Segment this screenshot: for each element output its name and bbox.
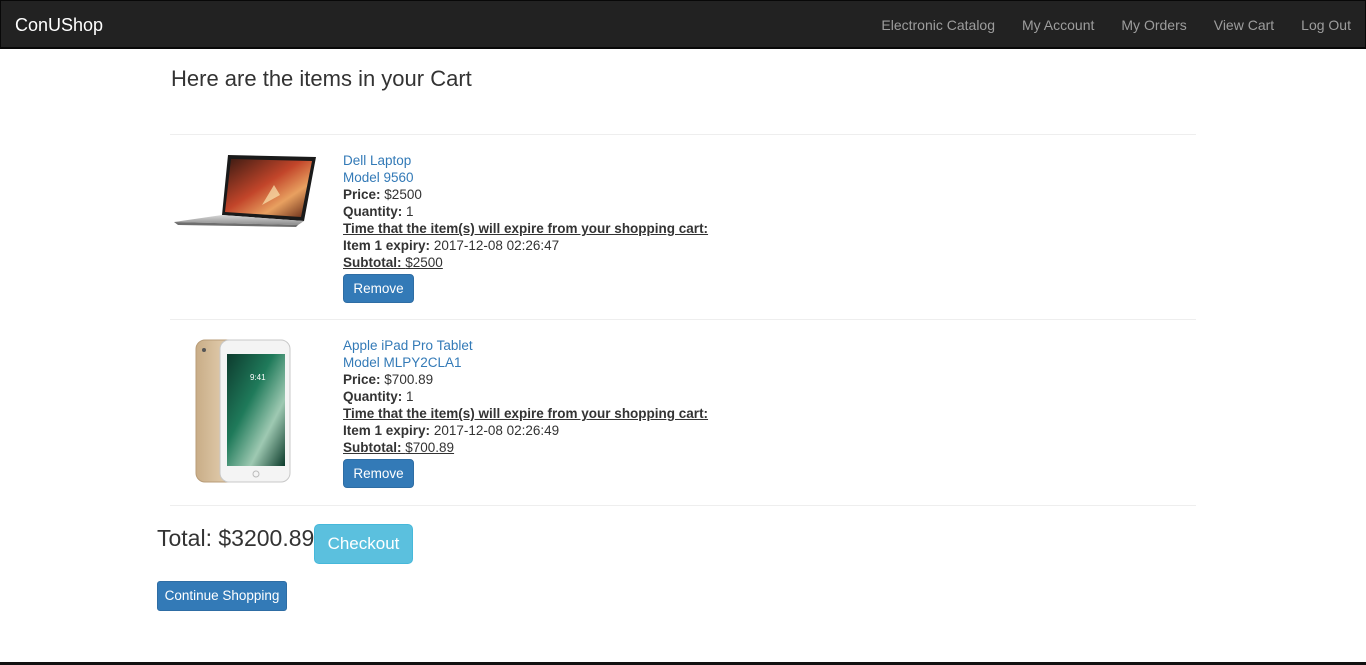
item-details: Dell Laptop Model 9560 Price: $2500 Quan… (343, 152, 708, 303)
item-details: Apple iPad Pro Tablet Model MLPY2CLA1 Pr… (343, 337, 708, 488)
expire-note: Time that the item(s) will expire from y… (343, 221, 709, 236)
item-name-link[interactable]: Dell Laptop (343, 152, 708, 169)
nav-log-out[interactable]: Log Out (1301, 16, 1351, 34)
price-value: $2500 (384, 187, 422, 202)
nav-my-account[interactable]: My Account (1022, 16, 1094, 34)
item-name-link[interactable]: Apple iPad Pro Tablet (343, 337, 708, 354)
expire-note: Time that the item(s) will expire from y… (343, 406, 709, 421)
price-line: Price: $700.89 (343, 371, 708, 388)
expiry-label: Item 1 expiry: (343, 423, 431, 438)
expiry-value: 2017-12-08 02:26:49 (433, 423, 560, 438)
nav-view-cart[interactable]: View Cart (1214, 16, 1274, 34)
subtotal-value: $2500 (405, 255, 443, 270)
divider (170, 505, 1196, 506)
continue-shopping-button[interactable]: Continue Shopping (157, 581, 287, 611)
expiry-label: Item 1 expiry: (343, 238, 431, 253)
cart-item: 9:41 Apple iPad Pro Tablet Model MLPY2CL… (170, 320, 1196, 505)
nav-links: Electronic Catalog My Account My Orders … (854, 16, 1351, 34)
laptop-image (174, 155, 316, 227)
price-value: $700.89 (384, 372, 434, 387)
price-label: Price: (343, 372, 381, 387)
nav-electronic-catalog[interactable]: Electronic Catalog (881, 16, 995, 34)
subtotal-value: $700.89 (405, 440, 455, 455)
quantity-line: Quantity: 1 (343, 388, 708, 405)
expiry-line: Item 1 expiry: 2017-12-08 02:26:47 (343, 237, 708, 254)
cart-item: Dell Laptop Model 9560 Price: $2500 Quan… (170, 135, 1196, 320)
price-line: Price: $2500 (343, 186, 708, 203)
checkout-button[interactable]: Checkout (314, 524, 413, 564)
subtotal-label: Subtotal: (343, 255, 402, 270)
expiry-value: 2017-12-08 02:26:47 (433, 238, 560, 253)
quantity-label: Quantity: (343, 389, 403, 404)
quantity-value: 1 (406, 204, 414, 219)
item-model-link[interactable]: Model MLPY2CLA1 (343, 354, 708, 371)
quantity-value: 1 (406, 389, 414, 404)
navbar: ConUShop Electronic Catalog My Account M… (0, 0, 1366, 49)
svg-text:9:41: 9:41 (250, 373, 266, 382)
item-model-link[interactable]: Model 9560 (343, 169, 708, 186)
nav-my-orders[interactable]: My Orders (1121, 16, 1186, 34)
price-label: Price: (343, 187, 381, 202)
tablet-image: 9:41 (195, 339, 291, 483)
page-title: Here are the items in your Cart (171, 66, 472, 91)
remove-button[interactable]: Remove (343, 274, 414, 303)
subtotal-label: Subtotal: (343, 440, 402, 455)
subtotal-line: Subtotal: $2500 (343, 254, 708, 271)
quantity-line: Quantity: 1 (343, 203, 708, 220)
remove-button[interactable]: Remove (343, 459, 414, 488)
subtotal-line: Subtotal: $700.89 (343, 439, 708, 456)
quantity-label: Quantity: (343, 204, 403, 219)
brand-link[interactable]: ConUShop (15, 15, 103, 35)
cart-total: Total: $3200.89 (157, 525, 315, 551)
expiry-line: Item 1 expiry: 2017-12-08 02:26:49 (343, 422, 708, 439)
